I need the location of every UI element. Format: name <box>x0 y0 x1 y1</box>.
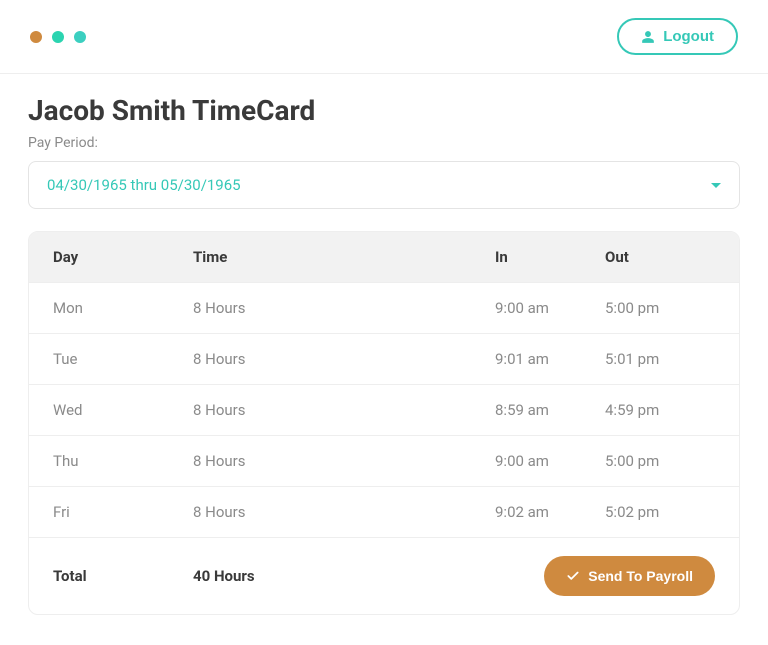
table-row: Mon8 Hours9:00 am5:00 pm <box>29 282 739 333</box>
logout-button[interactable]: Logout <box>617 18 738 55</box>
content: Jacob Smith TimeCard Pay Period: 04/30/1… <box>0 74 768 645</box>
pay-period-label: Pay Period: <box>28 135 740 151</box>
cell-day: Tue <box>53 350 193 368</box>
send-to-payroll-button[interactable]: Send To Payroll <box>544 556 715 596</box>
send-label: Send To Payroll <box>588 568 693 584</box>
cell-out: 5:02 pm <box>605 503 715 521</box>
cell-out: 5:00 pm <box>605 299 715 317</box>
cell-time: 8 Hours <box>193 452 495 470</box>
cell-time: 8 Hours <box>193 503 495 521</box>
user-icon <box>641 30 655 44</box>
cell-in: 9:01 am <box>495 350 605 368</box>
cell-out: 5:00 pm <box>605 452 715 470</box>
timecard-table: Day Time In Out Mon8 Hours9:00 am5:00 pm… <box>28 231 740 615</box>
col-day: Day <box>53 248 193 266</box>
cell-in: 9:00 am <box>495 452 605 470</box>
table-row: Tue8 Hours9:01 am5:01 pm <box>29 333 739 384</box>
check-icon <box>566 569 580 583</box>
table-body: Mon8 Hours9:00 am5:00 pmTue8 Hours9:01 a… <box>29 282 739 537</box>
cell-day: Wed <box>53 401 193 419</box>
cell-day: Mon <box>53 299 193 317</box>
col-in: In <box>495 248 605 266</box>
titlebar: Logout <box>0 0 768 74</box>
cell-in: 9:00 am <box>495 299 605 317</box>
cell-time: 8 Hours <box>193 401 495 419</box>
traffic-light-minimize-icon[interactable] <box>52 31 64 43</box>
total-label: Total <box>53 567 193 585</box>
cell-in: 8:59 am <box>495 401 605 419</box>
traffic-light-zoom-icon[interactable] <box>74 31 86 43</box>
table-row: Wed8 Hours8:59 am4:59 pm <box>29 384 739 435</box>
pay-period-select[interactable]: 04/30/1965 thru 05/30/1965 <box>28 161 740 209</box>
window: Logout Jacob Smith TimeCard Pay Period: … <box>0 0 768 645</box>
cell-out: 4:59 pm <box>605 401 715 419</box>
table-row: Fri8 Hours9:02 am5:02 pm <box>29 486 739 537</box>
pay-period-value: 04/30/1965 thru 05/30/1965 <box>47 176 241 194</box>
table-header: Day Time In Out <box>29 232 739 282</box>
cell-day: Thu <box>53 452 193 470</box>
cell-out: 5:01 pm <box>605 350 715 368</box>
page-title: Jacob Smith TimeCard <box>28 94 740 127</box>
traffic-light-close-icon[interactable] <box>30 31 42 43</box>
chevron-down-icon <box>711 183 721 188</box>
table-row: Thu8 Hours9:00 am5:00 pm <box>29 435 739 486</box>
cell-time: 8 Hours <box>193 299 495 317</box>
cell-time: 8 Hours <box>193 350 495 368</box>
col-time: Time <box>193 248 495 266</box>
table-footer: Total 40 Hours Send To Payroll <box>29 537 739 614</box>
total-value: 40 Hours <box>193 567 495 585</box>
logout-label: Logout <box>663 28 714 45</box>
col-out: Out <box>605 248 715 266</box>
cell-day: Fri <box>53 503 193 521</box>
traffic-lights <box>30 31 86 43</box>
cell-in: 9:02 am <box>495 503 605 521</box>
